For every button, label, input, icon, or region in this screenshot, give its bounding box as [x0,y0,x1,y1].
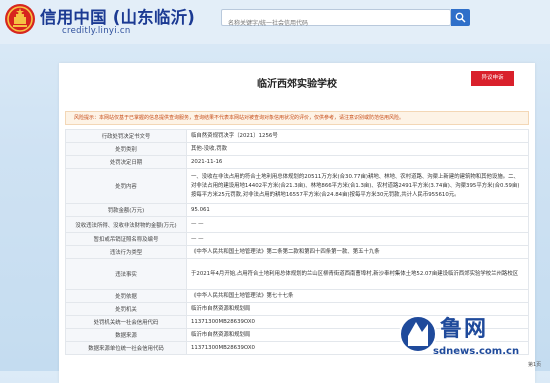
table-row: 处罚内容 一、没收在非法占用的符合土地利用总体规划的20511万方米(合30.7… [65,168,529,204]
field-label: 处罚内容 [65,168,187,204]
search-button[interactable] [451,9,470,26]
search-icon [455,12,466,23]
site-title[interactable]: 信用中国 (山东临沂) [40,4,195,28]
search-box [221,9,451,31]
field-label: 没收违法所得、没收非法财物的金额(万元) [65,216,187,233]
field-value: 于2021年4月开始,占用符合土地利用总体规划的兰山区柳青街道西南曹埠村,新沙奉… [186,258,529,290]
table-row: 行政处罚决定书文号 临自然资规罚决字〔2021〕1256号 [65,129,529,143]
page-indicator: 第1页 [528,362,542,368]
table-row: 处罚类别 其他-没收,罚款 [65,142,529,156]
watermark-brand: 鲁网 [440,317,489,342]
table-row: 没收违法所得、没收非法财物的金额(万元) — — [65,216,529,233]
field-label: 处罚决定日期 [65,155,187,169]
search-input[interactable] [222,16,434,31]
field-label: 违法行为类型 [65,245,187,259]
table-row: 处罚依据 《中华人民共和国土地管理法》第七十七条 [65,289,529,303]
table-row: 违法事实 于2021年4月开始,占用符合土地利用总体规划的兰山区柳青街道西南曹埠… [65,258,529,290]
field-value: 其他-没收,罚款 [186,142,529,156]
field-value: — — [186,232,529,246]
field-label: 数据来源单位统一社会信用代码 [65,341,187,355]
field-value: 2021-11-16 [186,155,529,169]
table-row: 违法行为类型 《中华人民共和国土地管理法》第二条第二款和第四十四条第一款、第五十… [65,245,529,259]
table-row: 处罚决定日期 2021-11-16 [65,155,529,169]
field-value: — — [186,216,529,233]
field-value: 《中华人民共和国土地管理法》第七十七条 [186,289,529,303]
field-label: 处罚类别 [65,142,187,156]
field-value: 《中华人民共和国土地管理法》第二条第二款和第四十四条第一款、第五十九条 [186,245,529,259]
field-value: 临自然资规罚决字〔2021〕1256号 [186,129,529,143]
risk-notice: 风险提示：本网站仅基于已掌握的信息提供查询服务，查询结果不代表本网站对被查询对象… [65,111,529,125]
site-header: 信用中国 (山东临沂) creditly.linyi.cn [0,0,550,44]
field-label: 处罚机关 [65,302,187,316]
field-label: 暂扣或吊销证照名称及编号 [65,232,187,246]
field-label: 违法事实 [65,258,187,290]
national-emblem-icon [5,4,35,34]
field-label: 罚款金额(万元) [65,203,187,217]
field-label: 行政处罚决定书文号 [65,129,187,143]
watermark-url: sdnews.com.cn [433,346,520,357]
field-value: 一、没收在非法占用的符合土地利用总体规划的20511万方米(合30.77亩)耕地… [186,168,529,204]
field-value: 95.061 [186,203,529,217]
page-title: 临沂西郊实验学校 [257,79,337,90]
table-row: 暂扣或吊销证照名称及编号 — — [65,232,529,246]
field-label: 数据来源 [65,328,187,342]
objection-appeal-button[interactable]: 异议申诉 [471,71,514,86]
field-label: 处罚依据 [65,289,187,303]
site-url: creditly.linyi.cn [62,26,131,36]
field-label: 处罚机关统一社会信用代码 [65,315,187,329]
table-row: 罚款金额(万元) 95.061 [65,203,529,217]
